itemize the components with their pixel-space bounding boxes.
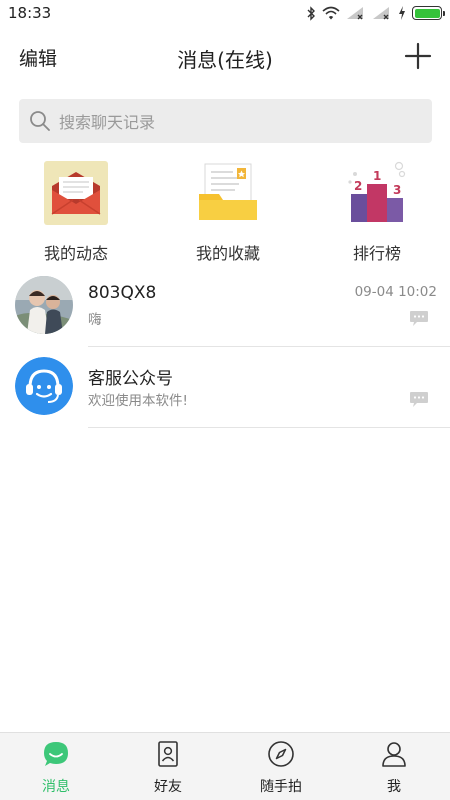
podium-icon: 1 2 3 [348, 161, 406, 222]
compass-icon [268, 741, 294, 767]
chat-last-message: 嗨 [88, 312, 102, 328]
quick-action-favorites[interactable]: 我的收藏 [163, 160, 293, 264]
divider [88, 427, 450, 428]
quick-action-label: 我的动态 [43, 244, 108, 263]
chat-list-item[interactable]: 客服公众号 欢迎使用本软件! [0, 347, 450, 428]
bluetooth-icon [307, 5, 315, 21]
page-title: 消息(在线) [177, 48, 273, 72]
chat-name: 803QX8 [88, 283, 157, 303]
status-time: 18:33 [8, 4, 52, 22]
signal-icon [347, 7, 363, 20]
bottom-tab-bar: 消息 好友 随手拍 我 [0, 732, 450, 800]
headset-avatar [15, 357, 73, 415]
envelope-icon [44, 161, 108, 225]
plus-icon[interactable] [404, 42, 432, 70]
folder-icon [199, 163, 257, 220]
quick-action-moments[interactable]: 我的动态 [11, 160, 141, 264]
search-icon [30, 111, 50, 131]
signal-icon [373, 7, 389, 20]
svg-text:3: 3 [393, 183, 401, 197]
chat-time: 09-04 10:02 [354, 284, 437, 300]
chat-last-message: 欢迎使用本软件! [88, 393, 188, 409]
comment-icon [410, 311, 428, 326]
contacts-icon [158, 741, 178, 767]
photo-avatar [15, 276, 73, 334]
tab-profile[interactable]: 我 [338, 733, 450, 800]
quick-action-label: 排行榜 [352, 244, 401, 263]
search-placeholder: 搜索聊天记录 [59, 113, 156, 132]
wifi-icon [322, 6, 340, 20]
message-icon [44, 742, 68, 766]
chat-name: 客服公众号 [88, 369, 173, 389]
svg-text:2: 2 [354, 179, 362, 193]
chat-list-item[interactable]: 803QX8 嗨 09-04 10:02 [0, 266, 450, 347]
tab-messages[interactable]: 消息 [0, 733, 112, 800]
status-icons [306, 5, 445, 21]
tab-friends[interactable]: 好友 [112, 733, 224, 800]
comment-icon [410, 392, 428, 407]
charging-icon [399, 6, 405, 20]
tab-label: 好友 [154, 779, 182, 795]
header: 编辑 消息(在线) [0, 26, 450, 88]
tab-label: 随手拍 [260, 779, 302, 795]
status-bar: 18:33 [0, 0, 450, 26]
profile-icon [382, 742, 406, 767]
quick-action-leaderboard[interactable]: 1 2 3 排行榜 [312, 160, 442, 264]
tab-label: 消息 [42, 779, 70, 795]
battery-level [414, 8, 440, 18]
tab-snapshot[interactable]: 随手拍 [225, 733, 337, 800]
svg-text:1: 1 [373, 169, 381, 183]
search-input[interactable]: 搜索聊天记录 [19, 99, 432, 143]
quick-action-label: 我的收藏 [195, 244, 260, 263]
tab-label: 我 [387, 779, 401, 795]
battery-icon [412, 6, 445, 20]
